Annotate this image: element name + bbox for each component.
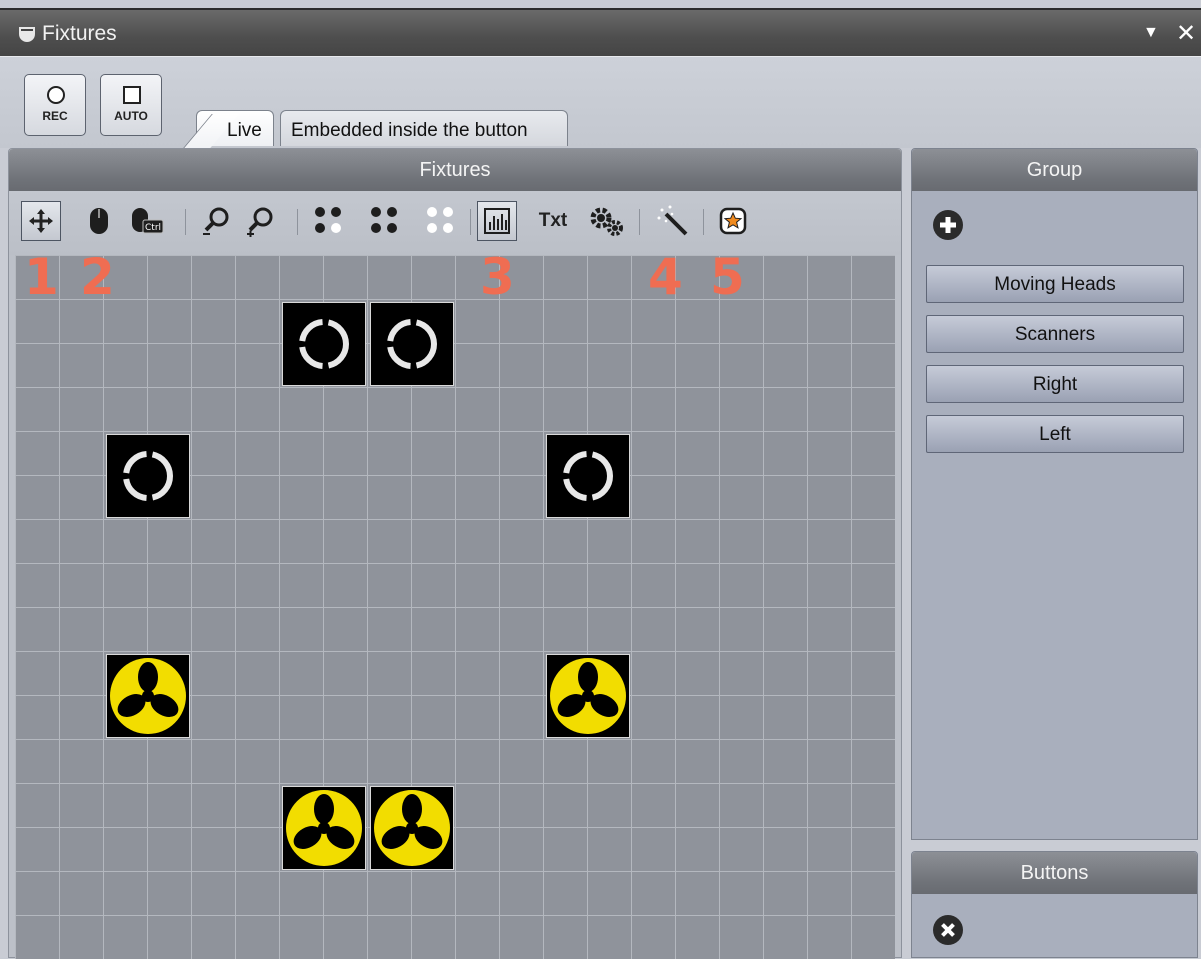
tab-embedded-label: Embedded inside the button [291,120,528,141]
separator [639,209,640,235]
app-icon [19,27,35,42]
scanner-icon [286,790,362,866]
moving-head-icon [123,451,173,501]
group-button-left[interactable]: Left [926,415,1184,453]
title-bar: Fixtures ▼ ✕ [0,8,1201,56]
mouse-ctrl-icon[interactable]: Ctrl [127,201,167,241]
annotation-5: 5 [710,248,745,306]
settings-icon[interactable] [587,201,627,241]
annotation-4: 4 [648,248,683,306]
star-icon[interactable] [713,201,753,241]
record-circle-icon [47,86,65,104]
moving-head-icon [563,451,613,501]
separator [297,209,298,235]
moving-head-icon [387,319,437,369]
auto-button[interactable]: AUTO [100,74,162,136]
scanner-fixture[interactable] [370,786,454,870]
add-group-icon[interactable] [932,209,964,241]
dots-icon-1[interactable] [309,201,349,241]
magic-wand-icon[interactable] [653,201,693,241]
window-title: Fixtures [42,22,117,45]
scanner-fixture[interactable] [546,654,630,738]
remove-button-icon[interactable] [932,914,964,946]
auto-label: AUTO [114,109,148,123]
scanner-fixture[interactable] [106,654,190,738]
dots-icon-3[interactable] [421,201,461,241]
move-icon[interactable] [21,201,61,241]
moving-head-fixture[interactable] [370,302,454,386]
fixtures-toolbar: Ctrl Txt [9,191,901,255]
buttons-panel-title: Buttons [912,852,1197,894]
moving-head-fixture[interactable] [106,434,190,518]
separator [703,209,704,235]
zoom-out-icon[interactable] [197,201,237,241]
fixtures-window: Fixtures ▼ ✕ REC AUTO Live Embedded insi… [0,0,1201,959]
scanner-fixture[interactable] [282,786,366,870]
group-button-scanners[interactable]: Scanners [926,315,1184,353]
moving-head-fixture[interactable] [546,434,630,518]
moving-head-icon [299,319,349,369]
fixtures-panel-title: Fixtures [9,149,901,191]
stop-square-icon [123,86,141,104]
scanner-icon [550,658,626,734]
group-panel: Group Moving Heads Scanners Right Left [911,148,1198,840]
top-toolbar [0,56,1201,148]
moving-head-fixture[interactable] [282,302,366,386]
tab-live-label: Live [227,120,262,141]
channels-icon[interactable] [477,201,517,241]
separator [185,209,186,235]
fixture-grid[interactable] [15,255,895,959]
rec-button[interactable]: REC [24,74,86,136]
separator [470,209,471,235]
group-panel-title: Group [912,149,1197,191]
text-tool-label: Txt [538,210,568,231]
group-button-right[interactable]: Right [926,365,1184,403]
svg-text:Ctrl: Ctrl [145,223,161,233]
zoom-in-icon[interactable] [241,201,281,241]
tab-embedded[interactable]: Embedded inside the button [280,110,568,146]
buttons-panel: Buttons [911,851,1198,958]
fixtures-panel: Fixtures Ctrl Txt [8,148,902,959]
rec-label: REC [42,109,68,123]
scanner-icon [110,658,186,734]
group-button-moving-heads[interactable]: Moving Heads [926,265,1184,303]
mouse-icon[interactable] [79,201,119,241]
close-icon[interactable]: ✕ [1176,19,1196,48]
scanner-icon [374,790,450,866]
annotation-2: 2 [80,248,115,306]
tab-live[interactable]: Live [196,110,274,146]
dots-icon-2[interactable] [365,201,405,241]
annotation-1: 1 [24,248,59,306]
annotation-3: 3 [480,248,515,306]
triangle-down-icon[interactable]: ▼ [1143,24,1159,42]
text-icon[interactable]: Txt [533,201,573,241]
